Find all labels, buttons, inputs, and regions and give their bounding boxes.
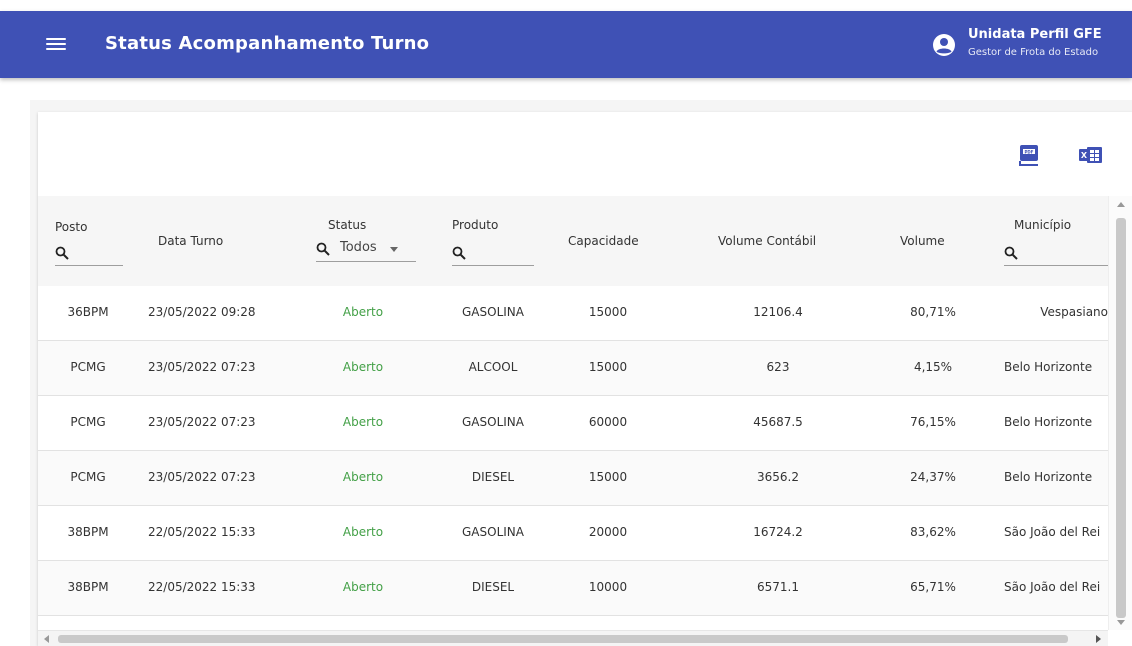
cell-volume-contabil: 623 — [766, 360, 790, 374]
table-card: PDF X Posto Data Turno Status Todos Prod… — [38, 112, 1132, 646]
column-header-capacidade[interactable]: Capacidade — [568, 234, 639, 248]
column-header-status[interactable]: Status — [328, 218, 366, 232]
cell-posto: PCMG — [70, 415, 106, 429]
user-role: Gestor de Frota do Estado — [968, 47, 1099, 58]
search-icon — [1004, 246, 1018, 260]
column-header-volume-contabil[interactable]: Volume Contábil — [718, 234, 816, 248]
column-header-produto[interactable]: Produto — [452, 218, 498, 232]
top-app-bar: Status Acompanhamento Turno Unidata Perf… — [0, 11, 1132, 78]
cell-municipio: Belo Horizonte — [1004, 470, 1093, 484]
cell-municipio: São João del Rei — [1004, 525, 1101, 539]
pdf-export-icon[interactable]: PDF — [1018, 144, 1040, 166]
column-header-data-turno[interactable]: Data Turno — [158, 234, 223, 248]
table-header: Posto Data Turno Status Todos Produto Ca… — [38, 196, 1108, 286]
cell-capacidade: 20000 — [588, 525, 628, 539]
user-name: Unidata Perfil GFE — [968, 27, 1102, 42]
table-row[interactable]: PCMG 23/05/2022 07:23 Aberto ALCOOL 15000 623… — [38, 341, 1108, 396]
cell-capacidade: 60000 — [588, 415, 628, 429]
cell-volume: 65,71% — [910, 580, 956, 594]
column-header-posto[interactable]: Posto — [55, 220, 87, 234]
table-row[interactable]: 36BPM 23/05/2022 09:28 Aberto GASOLINA 15000… — [38, 286, 1108, 341]
cell-data-turno: 23/05/2022 07:23 — [148, 415, 256, 429]
content-area: PDF X Posto Data Turno Status Todos Prod… — [30, 100, 1132, 646]
cell-status: Aberto — [342, 580, 384, 594]
cell-volume-contabil: 45687.5 — [753, 415, 803, 429]
cell-municipio: Vespasiano — [1040, 305, 1108, 319]
cell-posto: 38BPM — [67, 580, 109, 594]
cell-posto: 36BPM — [67, 305, 109, 319]
svg-text:X: X — [1081, 151, 1088, 160]
cell-municipio: São João del Rei — [1004, 580, 1101, 594]
account-circle-icon — [933, 34, 955, 56]
column-header-volume[interactable]: Volume — [900, 234, 945, 248]
produto-filter-input[interactable] — [452, 240, 534, 266]
cell-produto: ALCOOL — [468, 360, 518, 374]
horizontal-scrollbar[interactable] — [38, 630, 1108, 646]
cell-status: Aberto — [342, 470, 384, 484]
cell-volume-contabil: 16724.2 — [753, 525, 803, 539]
status-filter-select[interactable]: Todos — [316, 236, 416, 262]
search-icon — [55, 246, 69, 260]
table-row[interactable]: 38BPM 22/05/2022 15:33 Aberto DIESEL 10000 65… — [38, 561, 1108, 616]
scroll-down-icon[interactable] — [1117, 620, 1125, 625]
horizontal-scroll-thumb[interactable] — [58, 635, 1068, 643]
search-icon — [316, 242, 330, 256]
data-table: Posto Data Turno Status Todos Produto Ca… — [38, 196, 1132, 646]
cell-volume-contabil: 6571.1 — [757, 580, 799, 594]
menu-icon[interactable] — [46, 35, 66, 55]
table-row[interactable]: 38BPM 22/05/2022 15:33 Aberto GASOLINA 20000… — [38, 506, 1108, 561]
cell-status: Aberto — [342, 415, 384, 429]
posto-filter-input[interactable] — [55, 240, 123, 266]
cell-produto: GASOLINA — [462, 525, 524, 539]
column-header-municipio[interactable]: Município — [1014, 218, 1071, 232]
vertical-scrollbar[interactable] — [1108, 196, 1132, 630]
cell-produto: GASOLINA — [462, 305, 524, 319]
vertical-scroll-thumb[interactable] — [1116, 218, 1126, 618]
cell-capacidade: 10000 — [588, 580, 628, 594]
cell-posto: 38BPM — [67, 525, 109, 539]
cell-capacidade: 15000 — [588, 470, 628, 484]
cell-produto: DIESEL — [471, 580, 515, 594]
scroll-left-icon[interactable] — [44, 635, 49, 643]
cell-produto: GASOLINA — [462, 415, 524, 429]
chevron-down-icon — [390, 247, 398, 252]
excel-export-icon[interactable]: X — [1078, 144, 1104, 166]
cell-capacidade: 15000 — [588, 305, 628, 319]
page-title: Status Acompanhamento Turno — [105, 33, 430, 54]
svg-text:PDF: PDF — [1025, 149, 1034, 154]
scroll-right-icon[interactable] — [1096, 635, 1101, 643]
cell-volume-contabil: 12106.4 — [753, 305, 803, 319]
user-profile[interactable]: Unidata Perfil GFE Gestor de Frota do Es… — [932, 23, 1132, 67]
cell-posto: PCMG — [70, 360, 106, 374]
cell-data-turno: 22/05/2022 15:33 — [148, 525, 256, 539]
municipio-filter-input[interactable] — [1004, 240, 1108, 266]
cell-status: Aberto — [342, 360, 384, 374]
cell-volume: 80,71% — [910, 305, 956, 319]
cell-volume: 83,62% — [910, 525, 956, 539]
cell-volume: 4,15% — [913, 360, 953, 374]
cell-data-turno: 23/05/2022 07:23 — [148, 360, 256, 374]
app-root: Status Acompanhamento Turno Unidata Perf… — [0, 0, 1132, 646]
cell-posto: PCMG — [70, 470, 106, 484]
status-filter-value: Todos — [340, 240, 377, 255]
cell-status: Aberto — [342, 525, 384, 539]
search-icon — [452, 246, 466, 260]
table-row[interactable]: PCMG 23/05/2022 07:23 Aberto GASOLINA 60000 4… — [38, 396, 1108, 451]
cell-data-turno: 23/05/2022 07:23 — [148, 470, 256, 484]
cell-municipio: Belo Horizonte — [1004, 415, 1093, 429]
cell-capacidade: 15000 — [588, 360, 628, 374]
cell-volume-contabil: 3656.2 — [757, 470, 799, 484]
cell-volume: 24,37% — [910, 470, 956, 484]
cell-volume: 76,15% — [910, 415, 956, 429]
cell-status: Aberto — [342, 305, 384, 319]
cell-data-turno: 23/05/2022 09:28 — [148, 305, 256, 319]
scroll-up-icon[interactable] — [1117, 202, 1125, 207]
cell-data-turno: 22/05/2022 15:33 — [148, 580, 256, 594]
cell-municipio: Belo Horizonte — [1004, 360, 1093, 374]
table-row[interactable]: PCMG 23/05/2022 07:23 Aberto DIESEL 15000 365… — [38, 451, 1108, 506]
cell-produto: DIESEL — [471, 470, 515, 484]
